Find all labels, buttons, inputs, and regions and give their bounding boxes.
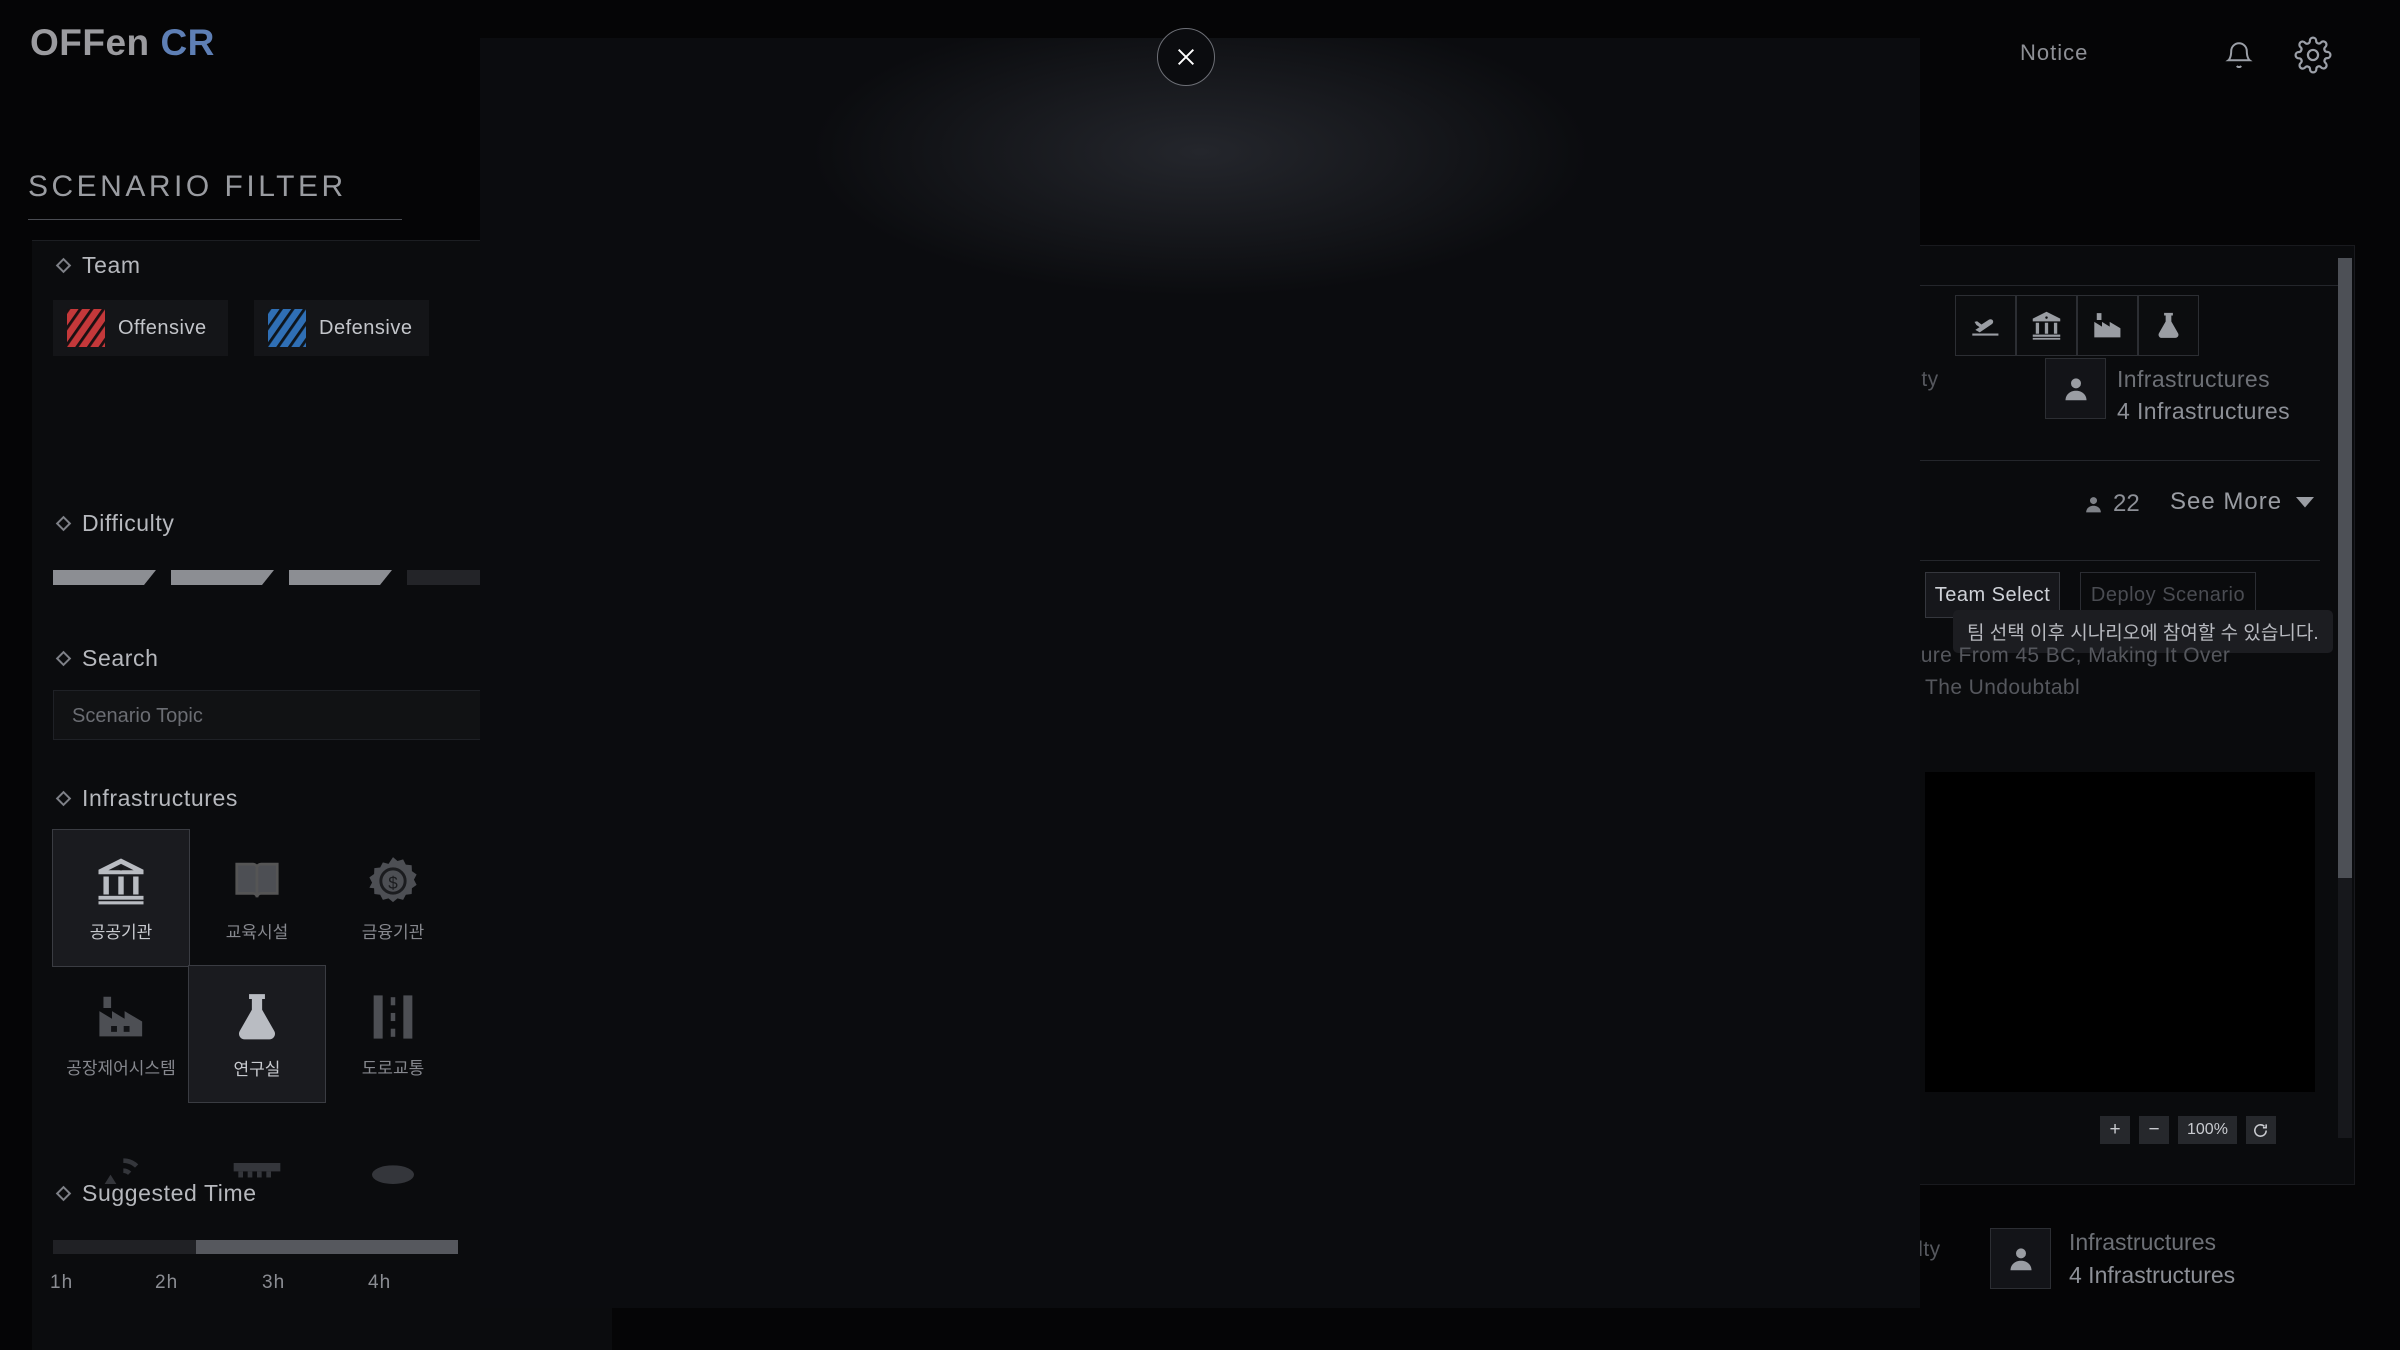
card-divider-3 xyxy=(1895,560,2320,561)
refresh-icon xyxy=(2254,1123,2268,1137)
suggested-time-slider[interactable] xyxy=(53,1240,458,1254)
person-icon xyxy=(2045,358,2106,419)
search-input-wrapper[interactable]: Scenario Topic xyxy=(53,690,553,740)
person-icon xyxy=(1990,1228,2051,1289)
infra-option-factory[interactable]: 공장제어시스템 xyxy=(53,966,189,1102)
card-article-line-2: ed The Undoubtabl xyxy=(1895,676,2081,699)
infra-option-extra-3[interactable] xyxy=(325,1102,461,1238)
page-title: SCENARIO FILTER xyxy=(28,170,347,203)
infra-option-public-label: 공공기관 xyxy=(89,922,153,942)
flask-icon xyxy=(238,993,276,1039)
infra-option-public[interactable]: 공공기관 xyxy=(52,829,190,967)
bank-icon xyxy=(2016,295,2077,356)
defensive-hatch-icon xyxy=(268,309,306,347)
zoom-level-label: 100% xyxy=(2178,1116,2237,1144)
time-tick-3h: 3h xyxy=(262,1272,286,1293)
infra-option-finance[interactable]: $ 금융기관 xyxy=(325,830,461,966)
filter-group-time-label: Suggested Time xyxy=(55,1180,257,1207)
factory-icon xyxy=(99,996,143,1036)
factory-icon xyxy=(2077,295,2138,356)
logo-text-primary: OFFen xyxy=(30,22,150,63)
svg-text:$: $ xyxy=(388,874,398,893)
infra-option-lab-label: 연구실 xyxy=(233,1059,281,1079)
offensive-hatch-icon xyxy=(67,309,105,347)
team-select-modal xyxy=(480,38,1920,1308)
see-more-label: See More xyxy=(2170,488,2283,515)
airplane-icon xyxy=(1955,295,2016,356)
card-footer-infra-label: Infrastructures xyxy=(2069,1228,2216,1255)
diamond-icon xyxy=(55,1185,72,1202)
app-root: OFFen CR b Notice SCENARIO FILTER Team xyxy=(0,0,2400,1350)
bank-icon xyxy=(98,858,144,904)
team-filter-offensive[interactable]: Offensive xyxy=(53,300,228,356)
page-scrollbar-track[interactable] xyxy=(2338,258,2352,1138)
search-input[interactable]: Scenario Topic xyxy=(72,705,203,728)
time-tick-2h: 2h xyxy=(155,1272,179,1293)
zoom-reset-button[interactable] xyxy=(2245,1116,2276,1144)
difficulty-segment-3[interactable] xyxy=(289,570,392,585)
flask-icon xyxy=(2138,295,2199,356)
infra-option-road[interactable]: 도로교통 xyxy=(325,966,461,1102)
modal-close-button[interactable] xyxy=(1157,28,1215,86)
nav-item-notice[interactable]: Notice xyxy=(2020,40,2088,66)
filter-group-difficulty-label: Difficulty xyxy=(55,510,175,537)
infra-option-finance-label: 금융기관 xyxy=(361,922,425,942)
close-icon xyxy=(1177,48,1195,66)
suggested-time-fill xyxy=(53,1240,196,1254)
diamond-icon xyxy=(55,790,72,807)
infra-option-extra-2[interactable] xyxy=(189,1102,325,1238)
infra-option-education-label: 교육시설 xyxy=(225,922,289,942)
modal-header-glow xyxy=(480,38,1920,338)
bell-icon[interactable] xyxy=(2222,38,2256,74)
time-tick-4h: 4h xyxy=(368,1272,392,1293)
card-participants: 22 xyxy=(2083,490,2140,518)
zoom-out-button[interactable]: − xyxy=(2139,1116,2169,1144)
card-footer-infra: Infrastructures 4 Infrastructures xyxy=(1990,1228,2235,1289)
book-icon xyxy=(235,862,279,897)
team-filter-defensive-label: Defensive xyxy=(319,316,413,339)
see-more-button[interactable]: See More xyxy=(2170,488,2315,516)
card-graph-preview xyxy=(1925,772,2315,1092)
road-icon xyxy=(373,994,413,1039)
logo-text-secondary: CR xyxy=(160,22,215,63)
gear-icon[interactable] xyxy=(2294,36,2332,74)
card-divider-1 xyxy=(1895,285,2340,286)
infra-option-extra-1[interactable] xyxy=(53,1102,189,1238)
infra-option-road-label: 도로교통 xyxy=(361,1058,425,1078)
diamond-icon xyxy=(55,650,72,667)
difficulty-segment-1[interactable] xyxy=(53,570,156,585)
cloud-icon xyxy=(372,1165,414,1184)
filter-group-team-label: Team xyxy=(55,252,141,279)
card-footer-infra-count: 4 Infrastructures xyxy=(2069,1261,2236,1288)
app-logo[interactable]: OFFen CR xyxy=(30,22,215,64)
team-filter-defensive[interactable]: Defensive xyxy=(254,300,429,356)
infra-option-lab[interactable]: 연구실 xyxy=(188,965,326,1103)
card-infrastructure-icons xyxy=(1955,295,2199,356)
card-participants-count: 22 xyxy=(2113,490,2140,517)
filter-group-search-label: Search xyxy=(55,645,158,672)
chevron-down-icon xyxy=(2296,496,2315,507)
zoom-in-button[interactable]: + xyxy=(2100,1116,2130,1144)
difficulty-segment-2[interactable] xyxy=(171,570,274,585)
infra-option-education[interactable]: 교육시설 xyxy=(189,830,325,966)
person-icon xyxy=(2086,496,2101,512)
card-article-line-1: rature From 45 BC, Making It Over xyxy=(1895,644,2231,667)
diamond-icon xyxy=(55,515,72,532)
card-zoom-controls[interactable]: + − 100% xyxy=(2100,1116,2276,1144)
team-filter-offensive-label: Offensive xyxy=(118,316,207,339)
card-infrastructures-count: 4 Infrastructures xyxy=(2117,398,2290,424)
difficulty-slider[interactable] xyxy=(53,570,553,585)
filter-group-infrastructures-label: Infrastructures xyxy=(55,785,238,812)
title-divider xyxy=(28,219,402,220)
finance-gear-icon: $ xyxy=(369,856,417,902)
page-scrollbar-thumb[interactable] xyxy=(2338,258,2352,878)
card-infrastructures-label: Infrastructures xyxy=(2117,366,2270,392)
infra-option-factory-label: 공장제어시스템 xyxy=(66,1058,176,1078)
time-tick-1h: 1h xyxy=(50,1272,74,1293)
card-divider-2 xyxy=(1895,460,2320,461)
diamond-icon xyxy=(55,257,72,274)
